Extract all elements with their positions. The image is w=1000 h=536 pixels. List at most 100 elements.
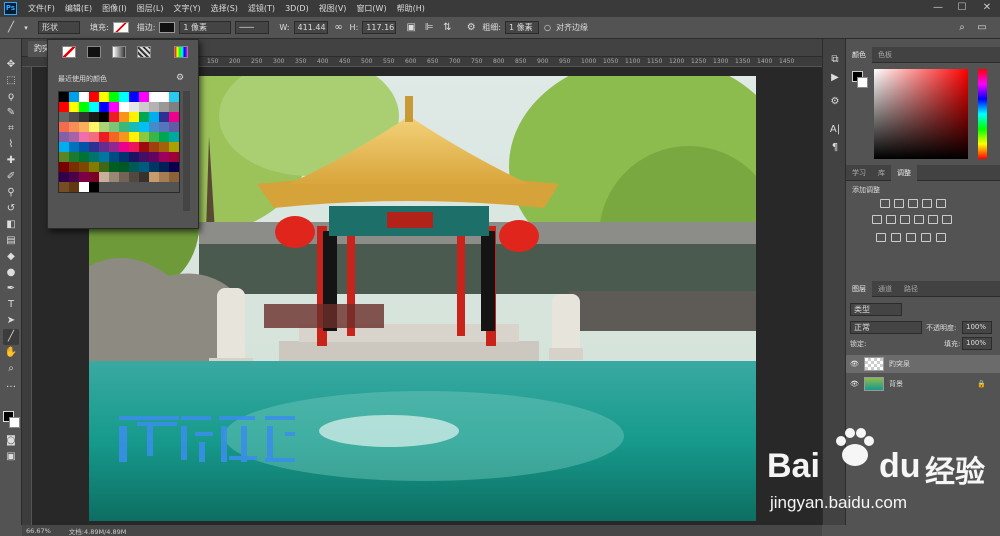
swatch[interactable] <box>139 142 149 152</box>
swatch[interactable] <box>109 172 119 182</box>
swatch-grid[interactable] <box>58 91 180 193</box>
lasso-tool-icon[interactable]: ϙ <box>3 89 19 105</box>
background-color-swatch[interactable] <box>9 417 20 428</box>
swatch[interactable] <box>159 92 169 102</box>
layer-name[interactable]: 背景 <box>889 379 903 389</box>
swatch[interactable] <box>119 102 129 112</box>
swatch[interactable] <box>79 132 89 142</box>
swatch[interactable] <box>69 112 79 122</box>
swatch[interactable] <box>69 142 79 152</box>
photo-filter-icon[interactable] <box>914 215 924 224</box>
gradient-icon[interactable] <box>112 46 126 58</box>
pattern-icon[interactable] <box>137 46 151 58</box>
swatch[interactable] <box>79 142 89 152</box>
swatch[interactable] <box>89 172 99 182</box>
layer-kind-filter[interactable]: 类型 <box>850 303 902 316</box>
swatch[interactable] <box>149 162 159 172</box>
checkbox-icon[interactable]: ○ <box>543 21 552 35</box>
swatch[interactable] <box>129 122 139 132</box>
close-button[interactable]: ✕ <box>975 0 999 17</box>
blur-tool-icon[interactable]: ◆ <box>3 249 19 265</box>
workspace-icon[interactable]: ▭ <box>975 21 989 35</box>
swatch[interactable] <box>59 142 69 152</box>
swatch[interactable] <box>169 122 179 132</box>
swatch[interactable] <box>169 102 179 112</box>
swatch[interactable] <box>99 132 109 142</box>
no-color-icon[interactable] <box>62 46 76 58</box>
weight-input[interactable]: 1 像素 <box>504 21 539 34</box>
paragraph-icon[interactable]: ¶ <box>827 141 843 155</box>
swatch[interactable] <box>139 132 149 142</box>
color-balance-icon[interactable] <box>886 215 896 224</box>
menu-select[interactable]: 选择(S) <box>206 3 243 14</box>
path-selection-tool-icon[interactable]: ➤ <box>3 313 19 329</box>
swatch[interactable] <box>129 142 139 152</box>
swatch[interactable] <box>119 92 129 102</box>
history-icon[interactable]: ⧉ <box>827 53 843 67</box>
swatch[interactable] <box>69 102 79 112</box>
zoom-level[interactable]: 66.67% <box>26 527 51 535</box>
swatch[interactable] <box>119 132 129 142</box>
brightness-icon[interactable] <box>880 199 890 208</box>
swatch[interactable] <box>119 152 129 162</box>
swatch[interactable] <box>99 102 109 112</box>
swatch[interactable] <box>159 102 169 112</box>
swatch[interactable] <box>109 152 119 162</box>
menu-image[interactable]: 图像(I) <box>97 3 132 14</box>
tab-swatches[interactable]: 色板 <box>872 47 898 63</box>
swatch[interactable] <box>109 162 119 172</box>
blend-mode-select[interactable]: 正常 <box>850 321 922 334</box>
swatch[interactable] <box>89 132 99 142</box>
posterize-icon[interactable] <box>891 233 901 242</box>
swatch[interactable] <box>59 152 69 162</box>
layer-row[interactable]: 👁 趵突泉 <box>846 355 1000 373</box>
swatch[interactable] <box>89 112 99 122</box>
color-picker-icon[interactable] <box>174 46 188 58</box>
vibrance-icon[interactable] <box>936 199 946 208</box>
swatch[interactable] <box>149 92 159 102</box>
more-tools-icon[interactable]: … <box>3 377 19 393</box>
swatch[interactable] <box>99 162 109 172</box>
swatch[interactable] <box>99 112 109 122</box>
actions-play-icon[interactable]: ▶ <box>827 71 843 85</box>
swatch[interactable] <box>79 112 89 122</box>
swatch[interactable] <box>119 112 129 122</box>
fill-input[interactable]: 100% <box>962 337 992 350</box>
tab-layers[interactable]: 图层 <box>846 280 872 297</box>
swatch[interactable] <box>79 172 89 182</box>
tab-adjustments[interactable]: 调整 <box>891 164 917 181</box>
eraser-tool-icon[interactable]: ◧ <box>3 217 19 233</box>
quick-mask-icon[interactable]: ◙ <box>3 433 19 449</box>
swatch[interactable] <box>129 152 139 162</box>
menu-file[interactable]: 文件(F) <box>23 3 60 14</box>
tab-color[interactable]: 颜色 <box>846 46 872 63</box>
dodge-tool-icon[interactable]: ● <box>3 265 19 281</box>
swatch-scrollbar[interactable] <box>183 91 190 211</box>
swatch[interactable] <box>139 172 149 182</box>
crop-tool-icon[interactable]: ⌗ <box>3 121 19 137</box>
swatch[interactable] <box>129 92 139 102</box>
swatch[interactable] <box>69 172 79 182</box>
eye-icon[interactable]: 👁 <box>850 360 860 368</box>
swatch[interactable] <box>159 152 169 162</box>
fill-swatch[interactable] <box>112 22 129 33</box>
zoom-tool-icon[interactable]: ⌕ <box>3 361 19 377</box>
swatch[interactable] <box>79 152 89 162</box>
levels-icon[interactable] <box>894 199 904 208</box>
swatch[interactable] <box>59 122 69 132</box>
line-tool-icon[interactable]: ╱ <box>3 329 19 345</box>
swatch[interactable] <box>59 182 69 192</box>
swatch[interactable] <box>59 112 69 122</box>
swatch[interactable] <box>159 122 169 132</box>
properties-icon[interactable]: ⚙ <box>827 95 843 109</box>
swatch[interactable] <box>159 132 169 142</box>
menu-layer[interactable]: 图层(L) <box>132 3 169 14</box>
exposure-icon[interactable] <box>922 199 932 208</box>
gear-icon[interactable]: ⚙ <box>176 73 184 83</box>
menu-type[interactable]: 文字(Y) <box>168 3 205 14</box>
swatch[interactable] <box>89 182 99 192</box>
swatch[interactable] <box>149 102 159 112</box>
eye-icon[interactable]: 👁 <box>850 380 860 388</box>
swatch[interactable] <box>139 162 149 172</box>
swatch[interactable] <box>139 152 149 162</box>
